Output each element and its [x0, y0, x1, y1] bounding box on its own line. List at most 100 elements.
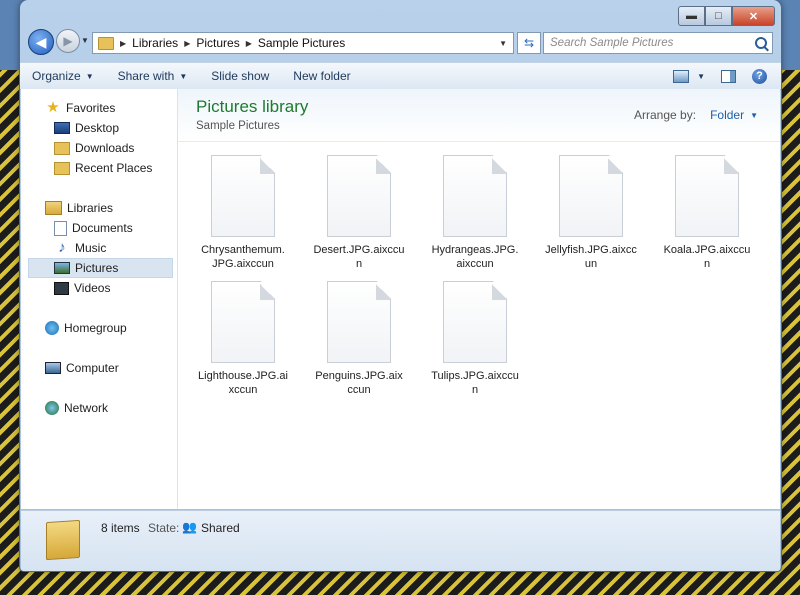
file-name[interactable]: Koala.JPG.aixccu n — [657, 243, 757, 271]
explorer-window: ▬ □ ✕ ◀ ▶ ▼ ▶ Libraries ▶ Pictures ▶ Sample… — [20, 0, 781, 571]
new-folder-button[interactable]: New folder — [281, 69, 362, 83]
refresh-button[interactable]: ⇆ — [517, 32, 541, 54]
breadcrumb-sample-pictures[interactable]: ▶ Sample Pictures — [246, 36, 346, 50]
sidebar-item-label: Computer — [66, 361, 119, 375]
file-item[interactable]: Desert.JPG.aixccu n — [309, 155, 409, 271]
chevron-right-icon[interactable]: ▶ — [246, 39, 252, 48]
file-icon[interactable] — [327, 281, 391, 363]
command-bar: Organize ▼ Share with ▼ Slide show New fol… — [20, 62, 781, 90]
refresh-icon: ⇆ — [523, 36, 535, 50]
breadcrumb-label[interactable]: Libraries — [132, 36, 178, 50]
videos-icon — [54, 281, 69, 295]
file-icon[interactable] — [443, 281, 507, 363]
file-icon[interactable] — [327, 155, 391, 237]
file-icon[interactable] — [559, 155, 623, 237]
breadcrumb-label[interactable]: Pictures — [196, 36, 239, 50]
sidebar-item-documents[interactable]: Documents — [54, 218, 133, 238]
change-view-icon[interactable] — [673, 69, 690, 83]
file-icon[interactable] — [211, 155, 275, 237]
file-item[interactable]: Penguins.JPG.aix ccun — [309, 281, 409, 397]
sidebar-item-pictures[interactable]: Pictures — [28, 258, 173, 278]
sidebar-item-libraries[interactable]: Libraries — [45, 198, 113, 218]
search-box[interactable]: Search Sample Pictures — [543, 32, 773, 54]
share-with-menu[interactable]: Share with ▼ — [106, 69, 200, 83]
organize-menu[interactable]: Organize ▼ — [20, 69, 106, 83]
file-item[interactable]: Jellyfish.JPG.aixcc un — [541, 155, 641, 271]
file-name[interactable]: Penguins.JPG.aix ccun — [309, 369, 409, 397]
file-icon[interactable] — [443, 155, 507, 237]
sidebar-item-videos[interactable]: Videos — [54, 278, 110, 298]
file-item[interactable]: Koala.JPG.aixccu n — [657, 155, 757, 271]
file-icon[interactable] — [675, 155, 739, 237]
address-bar[interactable]: ▶ Libraries ▶ Pictures ▶ Sample Pictures ▼ — [92, 32, 514, 54]
share-with-label[interactable]: Share with — [118, 69, 175, 83]
chevron-down-icon[interactable]: ▼ — [179, 72, 187, 81]
sidebar-item-label: Desktop — [75, 121, 120, 135]
chevron-right-icon[interactable]: ▶ — [120, 39, 126, 48]
file-item[interactable]: Chrysanthemum. JPG.aixccun — [193, 155, 293, 271]
sidebar-item-label: Music — [75, 241, 107, 255]
file-name[interactable]: Jellyfish.JPG.aixcc un — [541, 243, 641, 271]
folder-icon — [46, 519, 80, 561]
sidebar-item-label: Libraries — [67, 201, 114, 215]
sidebar-item-music[interactable]: ♪ Music — [54, 238, 106, 258]
slide-show-button[interactable]: Slide show — [199, 69, 281, 83]
homegroup-icon — [45, 321, 59, 335]
recent-places-icon — [54, 161, 70, 175]
file-item[interactable]: Lighthouse.JPG.ai xccun — [193, 281, 293, 397]
file-item[interactable]: Hydrangeas.JPG. aixccun — [425, 155, 525, 271]
chevron-down-icon[interactable]: ▼ — [86, 72, 94, 81]
breadcrumb-pictures[interactable]: ▶ Pictures — [184, 36, 240, 50]
library-header: Pictures library Sample Pictures Arrange… — [178, 89, 780, 142]
sidebar-item-homegroup[interactable]: Homegroup — [45, 318, 127, 338]
file-name[interactable]: Chrysanthemum. JPG.aixccun — [193, 243, 293, 271]
shared-users-icon: 👥 — [182, 520, 197, 534]
sidebar-item-label: Network — [64, 401, 109, 415]
toolbar-right: ▼ ? — [673, 68, 781, 84]
slide-show-label[interactable]: Slide show — [211, 69, 269, 83]
chevron-down-icon[interactable]: ▼ — [750, 111, 758, 120]
sidebar-item-label: Recent Places — [75, 161, 153, 175]
sidebar-item-computer[interactable]: Computer — [45, 358, 119, 378]
maximize-button[interactable]: □ — [705, 6, 732, 26]
back-arrow-icon: ◀ — [35, 33, 47, 50]
view-options-dropdown[interactable]: ▼ — [697, 72, 705, 81]
recent-pages-dropdown[interactable]: ▼ — [81, 36, 89, 45]
preview-pane-icon[interactable] — [721, 69, 736, 83]
breadcrumb-libraries[interactable]: ▶ Libraries — [120, 36, 178, 50]
state-value: Shared — [201, 521, 240, 535]
sidebar-item-downloads[interactable]: Downloads — [54, 138, 134, 158]
pictures-icon — [54, 262, 70, 274]
file-list-pane: Pictures library Sample Pictures Arrange… — [178, 89, 780, 509]
organize-label[interactable]: Organize — [32, 69, 81, 83]
details-pane: 8 items State: 👥 Shared — [21, 510, 780, 571]
file-icon[interactable] — [211, 281, 275, 363]
search-icon[interactable] — [755, 37, 767, 49]
folder-icon — [98, 36, 114, 50]
sidebar-item-desktop[interactable]: Desktop — [54, 118, 119, 138]
chevron-right-icon[interactable]: ▶ — [184, 39, 190, 48]
sidebar-item-favorites[interactable]: ★ Favorites — [45, 98, 115, 118]
forward-button[interactable]: ▶ — [56, 29, 80, 53]
sidebar-item-recent-places[interactable]: Recent Places — [54, 158, 152, 178]
file-item[interactable]: Tulips.JPG.aixccu n — [425, 281, 525, 397]
address-history-dropdown[interactable]: ▼ — [499, 39, 507, 48]
sidebar-item-label: Documents — [72, 221, 133, 235]
minimize-button[interactable]: ▬ — [678, 6, 705, 26]
file-name[interactable]: Lighthouse.JPG.ai xccun — [193, 369, 293, 397]
navigation-pane: ★ Favorites Desktop Downloads Recent Plac… — [21, 89, 178, 509]
file-name[interactable]: Tulips.JPG.aixccu n — [425, 369, 525, 397]
close-button[interactable]: ✕ — [732, 6, 775, 26]
caption-buttons: ▬ □ ✕ — [678, 6, 775, 26]
breadcrumb-label[interactable]: Sample Pictures — [258, 36, 345, 50]
back-button[interactable]: ◀ — [28, 29, 54, 55]
arrange-by-dropdown[interactable]: Folder — [710, 108, 744, 122]
music-note-icon: ♪ — [58, 239, 66, 256]
help-icon[interactable]: ? — [752, 68, 767, 84]
desktop-icon — [54, 122, 70, 134]
search-placeholder[interactable]: Search Sample Pictures — [544, 37, 673, 49]
file-name[interactable]: Desert.JPG.aixccu n — [309, 243, 409, 271]
sidebar-item-network[interactable]: Network — [45, 398, 108, 418]
file-name[interactable]: Hydrangeas.JPG. aixccun — [425, 243, 525, 271]
new-folder-label[interactable]: New folder — [293, 69, 350, 83]
